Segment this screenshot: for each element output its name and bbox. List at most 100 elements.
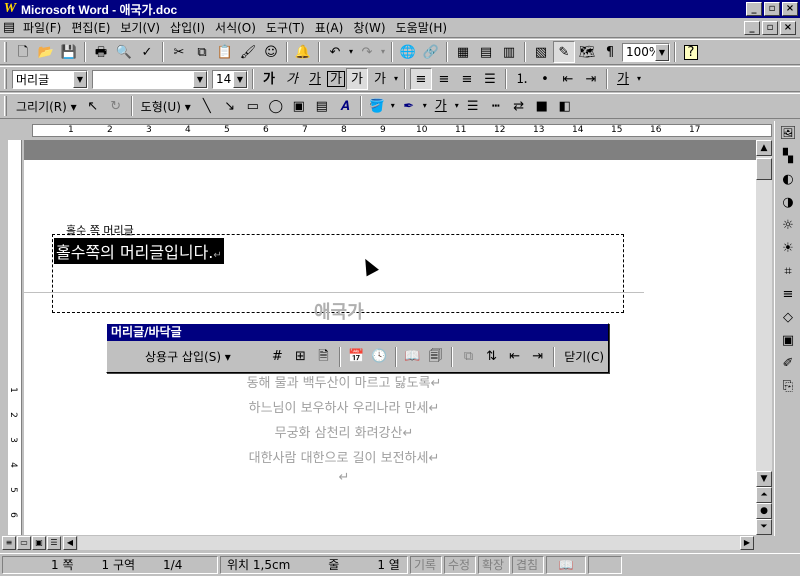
3d-icon[interactable]: ◧: [554, 95, 576, 117]
close-header-footer-button[interactable]: 닫기(C): [560, 348, 608, 365]
chevron-down-icon[interactable]: ▾: [635, 68, 643, 90]
chevron-down-icon[interactable]: ▾: [421, 95, 429, 117]
tab-selector[interactable]: [0, 121, 8, 138]
chevron-down-icon[interactable]: ▾: [392, 68, 400, 90]
copy-icon[interactable]: ⧉: [191, 41, 213, 63]
line-icon[interactable]: ╲: [196, 95, 218, 117]
undo-icon[interactable]: ↶: [324, 41, 346, 63]
align-right-icon[interactable]: ≡: [456, 68, 478, 90]
doc-close-button[interactable]: ×: [780, 21, 796, 35]
page-number-icon[interactable]: #: [267, 346, 288, 368]
doc-restore-button[interactable]: ▫: [762, 21, 778, 35]
web-toolbar-icon[interactable]: 🌐: [397, 41, 419, 63]
horizontal-scrollbar[interactable]: ≡ ▭ ▣ ☰ ◀ ▶: [0, 535, 756, 551]
image-control-icon[interactable]: ▚: [777, 145, 799, 167]
menu-table[interactable]: 표(A): [310, 19, 349, 36]
increase-indent-icon[interactable]: ⇥: [580, 68, 602, 90]
status-ovr[interactable]: 겹침: [512, 556, 544, 574]
header-text[interactable]: 홀수쪽의 머리글입니다.↵: [54, 238, 224, 264]
zoom-select[interactable]: 100% ▼: [622, 42, 670, 62]
line-style-icon[interactable]: ☰: [462, 95, 484, 117]
print-icon[interactable]: 🖶: [90, 41, 112, 63]
page-setup-icon[interactable]: 📖: [402, 346, 423, 368]
menu-help[interactable]: 도움말(H): [391, 19, 453, 36]
bold-button[interactable]: 가: [258, 68, 280, 90]
crop-icon[interactable]: ⌗: [777, 260, 799, 282]
vertical-ruler[interactable]: 1 2 3 4 5 6: [8, 140, 22, 535]
vertical-scrollbar[interactable]: ▲ ▼ ⏶ ● ⏷: [756, 140, 772, 535]
shadow-icon[interactable]: ■: [531, 95, 553, 117]
insert-date-icon[interactable]: 📅: [346, 346, 367, 368]
insert-table-icon[interactable]: ▤: [475, 41, 497, 63]
format-picture-icon[interactable]: ▣: [777, 329, 799, 351]
font-select[interactable]: ▼: [92, 69, 208, 89]
open-icon[interactable]: 📂: [35, 41, 57, 63]
previous-page-icon[interactable]: ⏶: [756, 487, 772, 503]
select-objects-icon[interactable]: ↖: [82, 95, 104, 117]
text-wrapping-icon[interactable]: ◇: [777, 306, 799, 328]
show-previous-icon[interactable]: ⇤: [504, 346, 525, 368]
font-size-select[interactable]: 14 ▼: [212, 69, 248, 89]
align-left-icon[interactable]: ≡: [410, 68, 432, 90]
line-style-icon[interactable]: ≡: [777, 283, 799, 305]
menu-file[interactable]: 파일(F): [18, 19, 66, 36]
redo-icon[interactable]: ↷: [356, 41, 378, 63]
drawing-icon[interactable]: ✎: [553, 41, 575, 63]
rectangle-icon[interactable]: ▭: [242, 95, 264, 117]
hyperlink-icon[interactable]: 🔗: [420, 41, 442, 63]
font-color-button[interactable]: 가: [612, 68, 634, 90]
scroll-down-icon[interactable]: ▼: [756, 471, 772, 487]
cut-icon[interactable]: ✂: [168, 41, 190, 63]
oval-icon[interactable]: ◯: [265, 95, 287, 117]
scroll-up-icon[interactable]: ▲: [756, 140, 772, 156]
columns-icon[interactable]: ▧: [530, 41, 552, 63]
save-icon[interactable]: 💾: [58, 41, 80, 63]
bullets-icon[interactable]: •: [534, 68, 556, 90]
chevron-down-icon[interactable]: ▾: [453, 95, 461, 117]
next-page-icon[interactable]: ⏷: [756, 519, 772, 535]
wordart-icon[interactable]: 𝑨: [334, 95, 356, 117]
decrease-indent-icon[interactable]: ⇤: [557, 68, 579, 90]
autoshapes-button[interactable]: 도형(U) ▾: [137, 98, 195, 115]
underline-button[interactable]: 가: [304, 68, 326, 90]
insert-time-icon[interactable]: 🕓: [369, 346, 390, 368]
header-footer-title[interactable]: 머리글/바닥글: [107, 324, 608, 341]
same-as-previous-icon[interactable]: ⧉: [458, 346, 479, 368]
arrow-icon[interactable]: ↘: [219, 95, 241, 117]
style-select[interactable]: 머리글 ▼: [12, 69, 88, 89]
menu-tools[interactable]: 도구(T): [261, 19, 310, 36]
line-color-icon[interactable]: ✒: [398, 95, 420, 117]
chevron-down-icon[interactable]: ▾: [389, 95, 397, 117]
horizontal-ruler[interactable]: 1 2 3 4 5 6 7 8 9 10 11 12 13 14 15 16 1…: [8, 121, 772, 138]
menu-view[interactable]: 보기(V): [115, 19, 165, 36]
show-hide-icon[interactable]: ¶: [599, 41, 621, 63]
doc-minimize-button[interactable]: _: [744, 21, 760, 35]
undo-dropdown-icon[interactable]: ▾: [347, 41, 355, 63]
fill-color-icon[interactable]: 🪣: [366, 95, 388, 117]
status-rec[interactable]: 기록: [410, 556, 442, 574]
status-ext[interactable]: 확장: [478, 556, 510, 574]
scroll-left-icon[interactable]: ◀: [63, 536, 77, 550]
draw-font-color-button[interactable]: 가: [430, 95, 452, 117]
menu-window[interactable]: 창(W): [348, 19, 390, 36]
free-rotate-icon[interactable]: ↻: [105, 95, 127, 117]
shadow-button[interactable]: 가: [346, 68, 368, 90]
justify-icon[interactable]: ☰: [479, 68, 501, 90]
menu-edit[interactable]: 편집(E): [66, 19, 115, 36]
normal-view-icon[interactable]: ≡: [2, 536, 16, 550]
numbering-icon[interactable]: ⒈: [511, 68, 533, 90]
less-contrast-icon[interactable]: ◑: [777, 191, 799, 213]
textbox-icon[interactable]: ▣: [288, 95, 310, 117]
browse-object-icon[interactable]: ●: [756, 503, 772, 519]
new-icon[interactable]: 🗋: [12, 41, 34, 63]
spelling-icon[interactable]: ✓: [136, 41, 158, 63]
menu-insert[interactable]: 삽입(I): [165, 19, 210, 36]
align-center-icon[interactable]: ≡: [433, 68, 455, 90]
format-page-number-icon[interactable]: 🗎: [313, 346, 334, 368]
draw-menu-button[interactable]: 그리기(R) ▾: [12, 98, 81, 115]
more-contrast-icon[interactable]: ◐: [777, 168, 799, 190]
superscript-button[interactable]: 가: [369, 68, 391, 90]
scroll-right-icon[interactable]: ▶: [740, 536, 754, 550]
vertical-textbox-icon[interactable]: ▤: [311, 95, 333, 117]
show-hide-text-icon[interactable]: 🗐: [425, 346, 446, 368]
